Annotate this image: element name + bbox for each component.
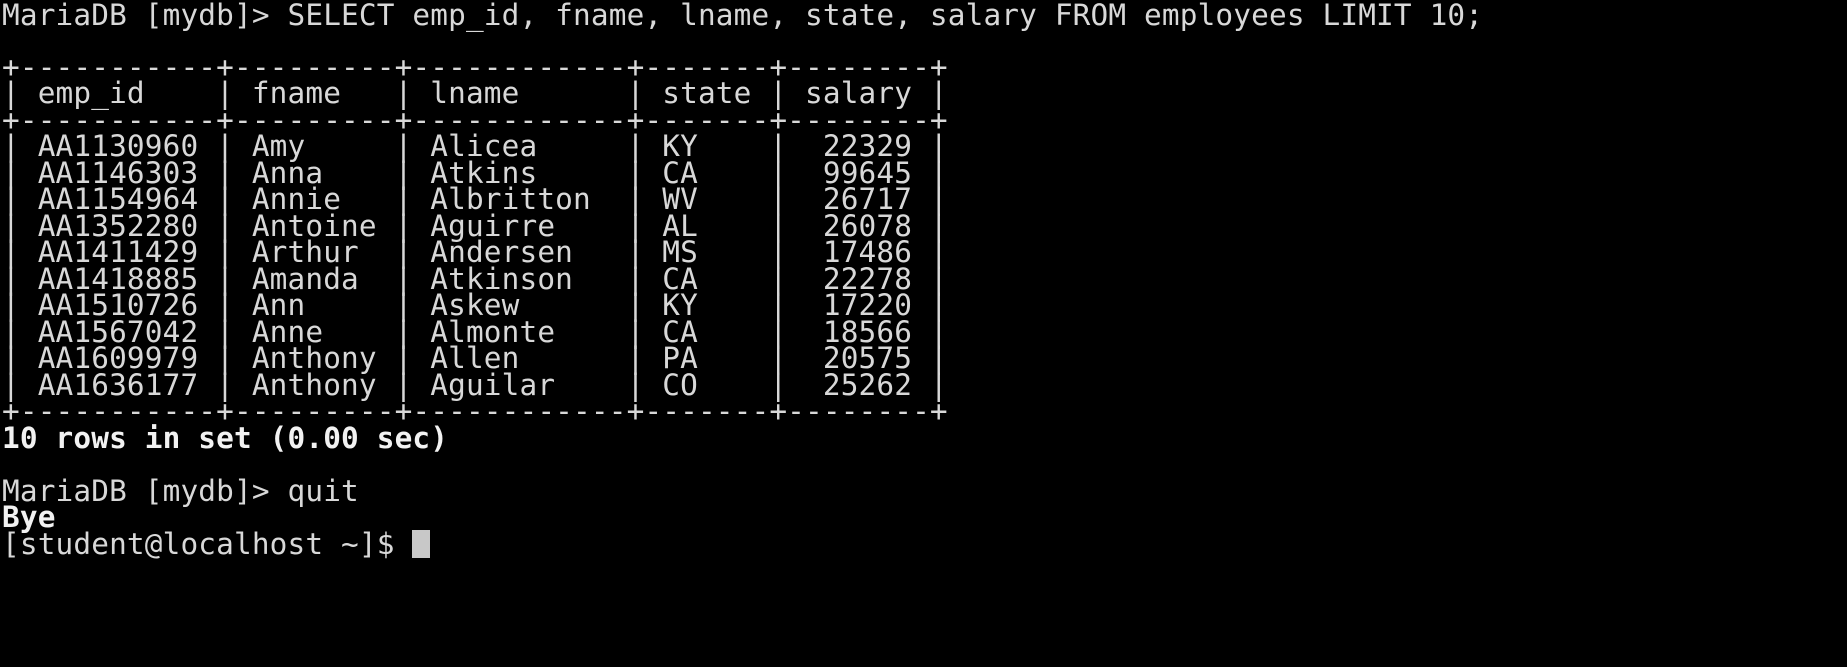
text-cursor bbox=[412, 530, 431, 558]
terminal-window[interactable]: MariaDB [mydb]> SELECT emp_id, fname, ln… bbox=[0, 0, 1847, 667]
result-summary: 10 rows in set (0.00 sec) bbox=[2, 421, 449, 455]
shell-prompt: [student@localhost ~]$ bbox=[2, 527, 413, 561]
shell-prompt-line[interactable]: [student@localhost ~]$ bbox=[2, 527, 431, 561]
query-line: MariaDB [mydb]> SELECT emp_id, fname, ln… bbox=[2, 0, 1484, 32]
